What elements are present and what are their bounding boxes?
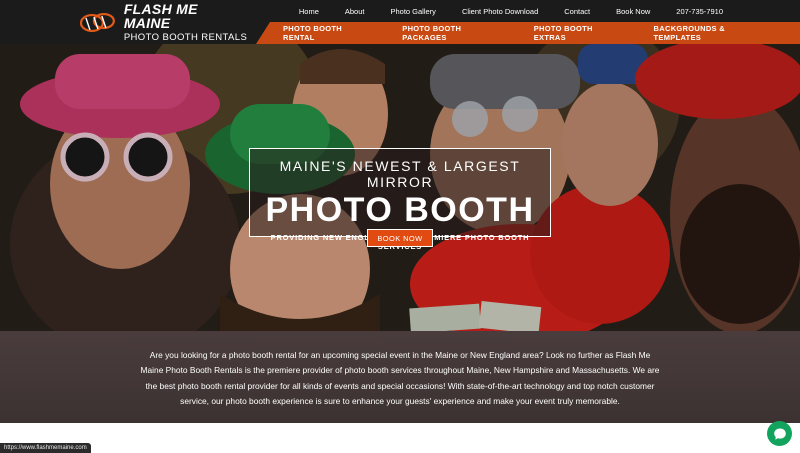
top-nav: Home About Photo Gallery Client Photo Do… — [299, 0, 800, 22]
hero-tagline: MAINE'S NEWEST & LARGEST MIRROR — [279, 158, 521, 190]
hero-banner: MAINE'S NEWEST & LARGEST MIRROR PHOTO BO… — [0, 44, 800, 331]
logo-text: FLASH ME MAINE PHOTO BOOTH RENTALS — [124, 2, 248, 43]
hero-title: PHOTO BOOTH — [265, 191, 535, 229]
nav-photo-booth-extras[interactable]: PHOTO BOOTH EXTRAS — [534, 24, 624, 42]
chat-icon — [773, 428, 786, 440]
nav-photo-booth-packages[interactable]: PHOTO BOOTH PACKAGES — [402, 24, 503, 42]
nav-contact[interactable]: Contact — [564, 7, 590, 16]
nav-client-photo-download[interactable]: Client Photo Download — [462, 7, 538, 16]
intro-section: Are you looking for a photo booth rental… — [0, 331, 800, 423]
nav-photo-gallery[interactable]: Photo Gallery — [390, 7, 435, 16]
status-bar-url: https://www.flashmemaine.com — [0, 443, 91, 453]
logo-subtitle: PHOTO BOOTH RENTALS — [123, 31, 248, 43]
intro-text: Are you looking for a photo booth rental… — [140, 350, 660, 406]
service-nav: PHOTO BOOTH RENTAL PHOTO BOOTH PACKAGES … — [256, 22, 800, 44]
nav-phone[interactable]: 207-735-7910 — [676, 7, 723, 16]
nav-about[interactable]: About — [345, 7, 365, 16]
site-logo[interactable]: FLASH ME MAINE PHOTO BOOTH RENTALS — [78, 2, 248, 42]
book-now-button[interactable]: BOOK NOW — [367, 229, 433, 247]
logo-title: FLASH ME MAINE — [123, 0, 198, 31]
nav-photo-booth-rental[interactable]: PHOTO BOOTH RENTAL — [283, 24, 372, 42]
nav-home[interactable]: Home — [299, 7, 319, 16]
chat-button[interactable] — [767, 421, 792, 446]
nav-book-now[interactable]: Book Now — [616, 7, 650, 16]
flash-bulb-icon — [79, 12, 115, 33]
nav-backgrounds-templates[interactable]: BACKGROUNDS & TEMPLATES — [654, 24, 770, 42]
hero-headline-box: MAINE'S NEWEST & LARGEST MIRROR PHOTO BO… — [249, 148, 551, 251]
